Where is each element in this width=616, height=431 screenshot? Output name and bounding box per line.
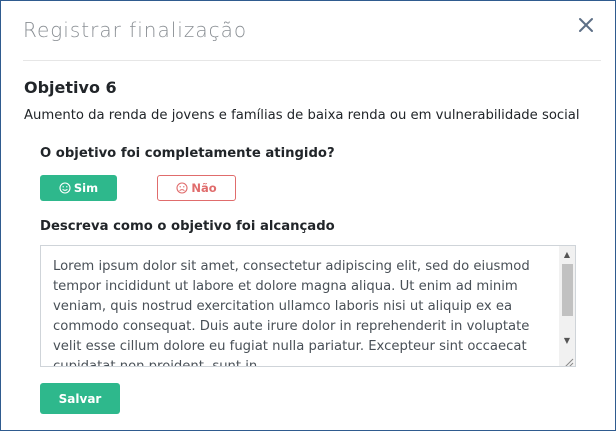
description-textarea[interactable]: Lorem ipsum dolor sit amet, consectetur … [40,245,576,367]
resize-handle-icon[interactable] [562,353,574,366]
finalization-dialog: Registrar finalização Objetivo 6 Aumento… [0,0,616,431]
yes-label: Sim [73,181,99,195]
smile-icon [59,182,71,194]
completion-question: O objetivo foi completamente atingido? [40,146,335,161]
header-divider [23,60,601,61]
no-button[interactable]: Não [157,175,236,201]
dialog-title: Registrar finalização [23,18,248,42]
close-icon[interactable] [575,13,597,37]
no-label: Não [191,181,217,195]
yes-button[interactable]: Sim [40,175,117,201]
objective-title: Objetivo 6 [24,78,117,97]
scroll-down-arrow-icon[interactable]: ▼ [559,332,575,348]
description-label: Descreva como o objetivo foi alcançado [40,219,335,234]
save-button[interactable]: Salvar [40,383,120,414]
scroll-thumb[interactable] [562,264,573,316]
dialog-header: Registrar finalização [1,1,615,61]
objective-description: Aumento da renda de jovens e famílias de… [24,108,580,123]
description-text[interactable]: Lorem ipsum dolor sit amet, consectetur … [53,257,559,366]
frown-icon [176,182,188,194]
textarea-scrollbar[interactable]: ▲ ▼ [559,246,575,366]
scroll-up-arrow-icon[interactable]: ▲ [559,246,575,262]
